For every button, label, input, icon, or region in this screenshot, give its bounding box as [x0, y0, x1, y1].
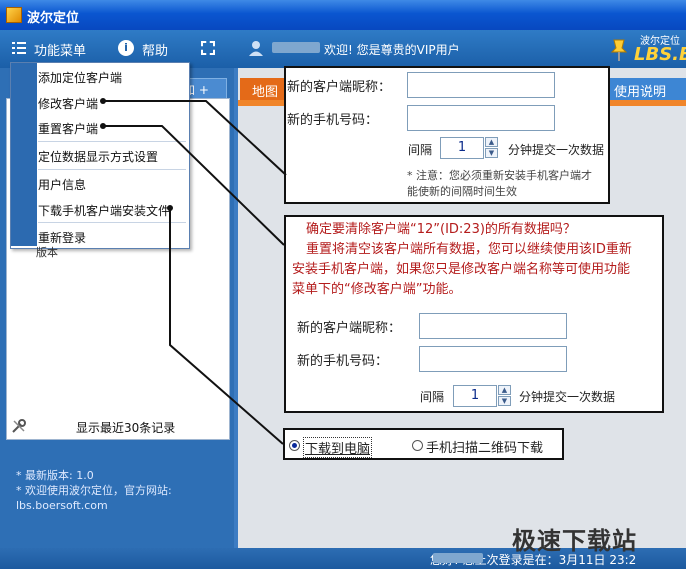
- username-redacted: [433, 553, 483, 563]
- connector-line: [103, 100, 287, 176]
- watermark: 极速下载站: [512, 527, 637, 555]
- callout-connectors: [100, 98, 287, 445]
- connector-line: [169, 208, 284, 445]
- connector-line: [103, 125, 285, 246]
